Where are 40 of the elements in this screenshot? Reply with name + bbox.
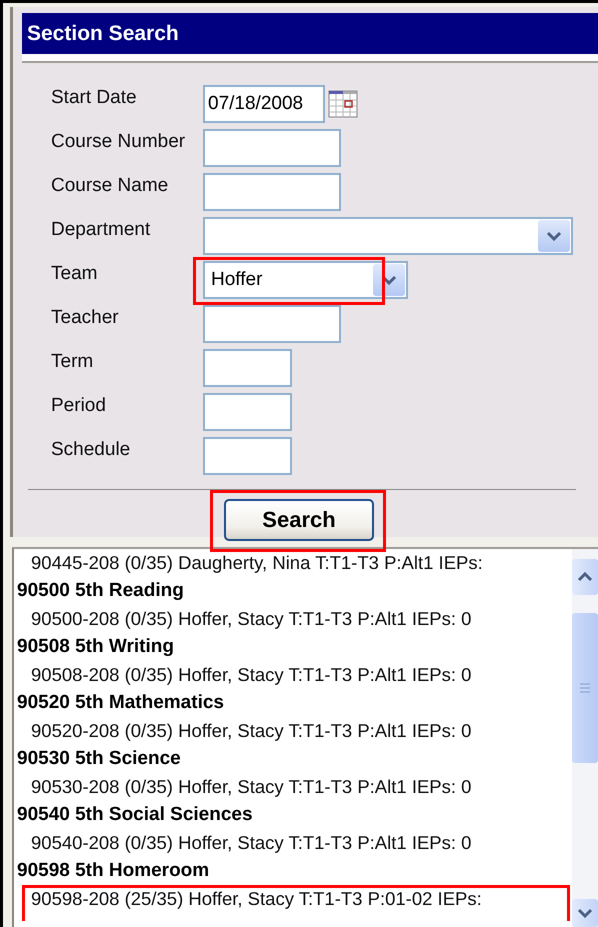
calendar-icon[interactable] [328,90,358,118]
scrollbar[interactable] [572,549,598,927]
dropdown-caret-icon[interactable] [538,220,570,252]
field-label: Teacher [51,306,120,330]
input-field[interactable] [203,437,292,475]
section-item[interactable]: 90530-208 (0/35) Hoffer, Stacy T:T1-T3 P:Alt1 IEPs: 0 [14,776,472,798]
scroll-up-icon[interactable] [572,559,598,595]
course-heading[interactable]: 90508 5th Writing [14,636,174,658]
course-heading[interactable]: 90530 5th Science [14,748,181,770]
section-item[interactable]: 90598-208 (25/35) Hoffer, Stacy T:T1-T3 P:01-02 IEPs: [14,888,482,910]
input-field[interactable] [203,173,341,211]
field-label: Period [51,394,107,418]
search-button[interactable]: Search [224,499,374,541]
section-item[interactable]: 90445-208 (0/35) Daugherty, Nina T:T1-T3 P:Alt1 IEPs: [14,552,483,574]
input-field[interactable] [203,129,341,167]
course-heading[interactable]: 90598 5th Homeroom [14,860,210,882]
section-item[interactable]: 90500-208 (0/35) Hoffer, Stacy T:T1-T3 P:Alt1 IEPs: 0 [14,608,472,630]
input-field[interactable] [203,393,292,431]
field-label: Team [51,262,98,286]
panel-title: Section Search [22,13,598,54]
course-heading[interactable]: 90500 5th Reading [14,580,184,602]
scroll-down-icon[interactable] [572,899,598,927]
field-label: Schedule [51,438,132,462]
field-label: Department [51,218,152,242]
course-heading[interactable]: 90520 5th Mathematics [14,692,224,714]
input-field[interactable] [203,349,292,387]
section-item[interactable]: 90540-208 (0/35) Hoffer, Stacy T:T1-T3 P:Alt1 IEPs: 0 [14,832,472,854]
field-label: Course Name [51,174,170,198]
dropdown-caret-icon[interactable] [373,264,405,296]
section-item[interactable]: 90508-208 (0/35) Hoffer, Stacy T:T1-T3 P:Alt1 IEPs: 0 [14,664,472,686]
field-label: Start Date [51,86,138,110]
input-field[interactable] [203,305,341,343]
scroll-thumb[interactable] [572,613,598,763]
dropdown-field[interactable] [203,217,573,255]
course-heading[interactable]: 90540 5th Social Sciences [14,804,253,826]
dropdown-field[interactable]: Hoffer [203,261,408,299]
section-item[interactable]: 90520-208 (0/35) Hoffer, Stacy T:T1-T3 P:Alt1 IEPs: 0 [14,720,472,742]
field-label: Course Number [51,130,186,154]
field-label: Term [51,350,94,374]
input-field[interactable]: 07/18/2008 [203,85,325,123]
